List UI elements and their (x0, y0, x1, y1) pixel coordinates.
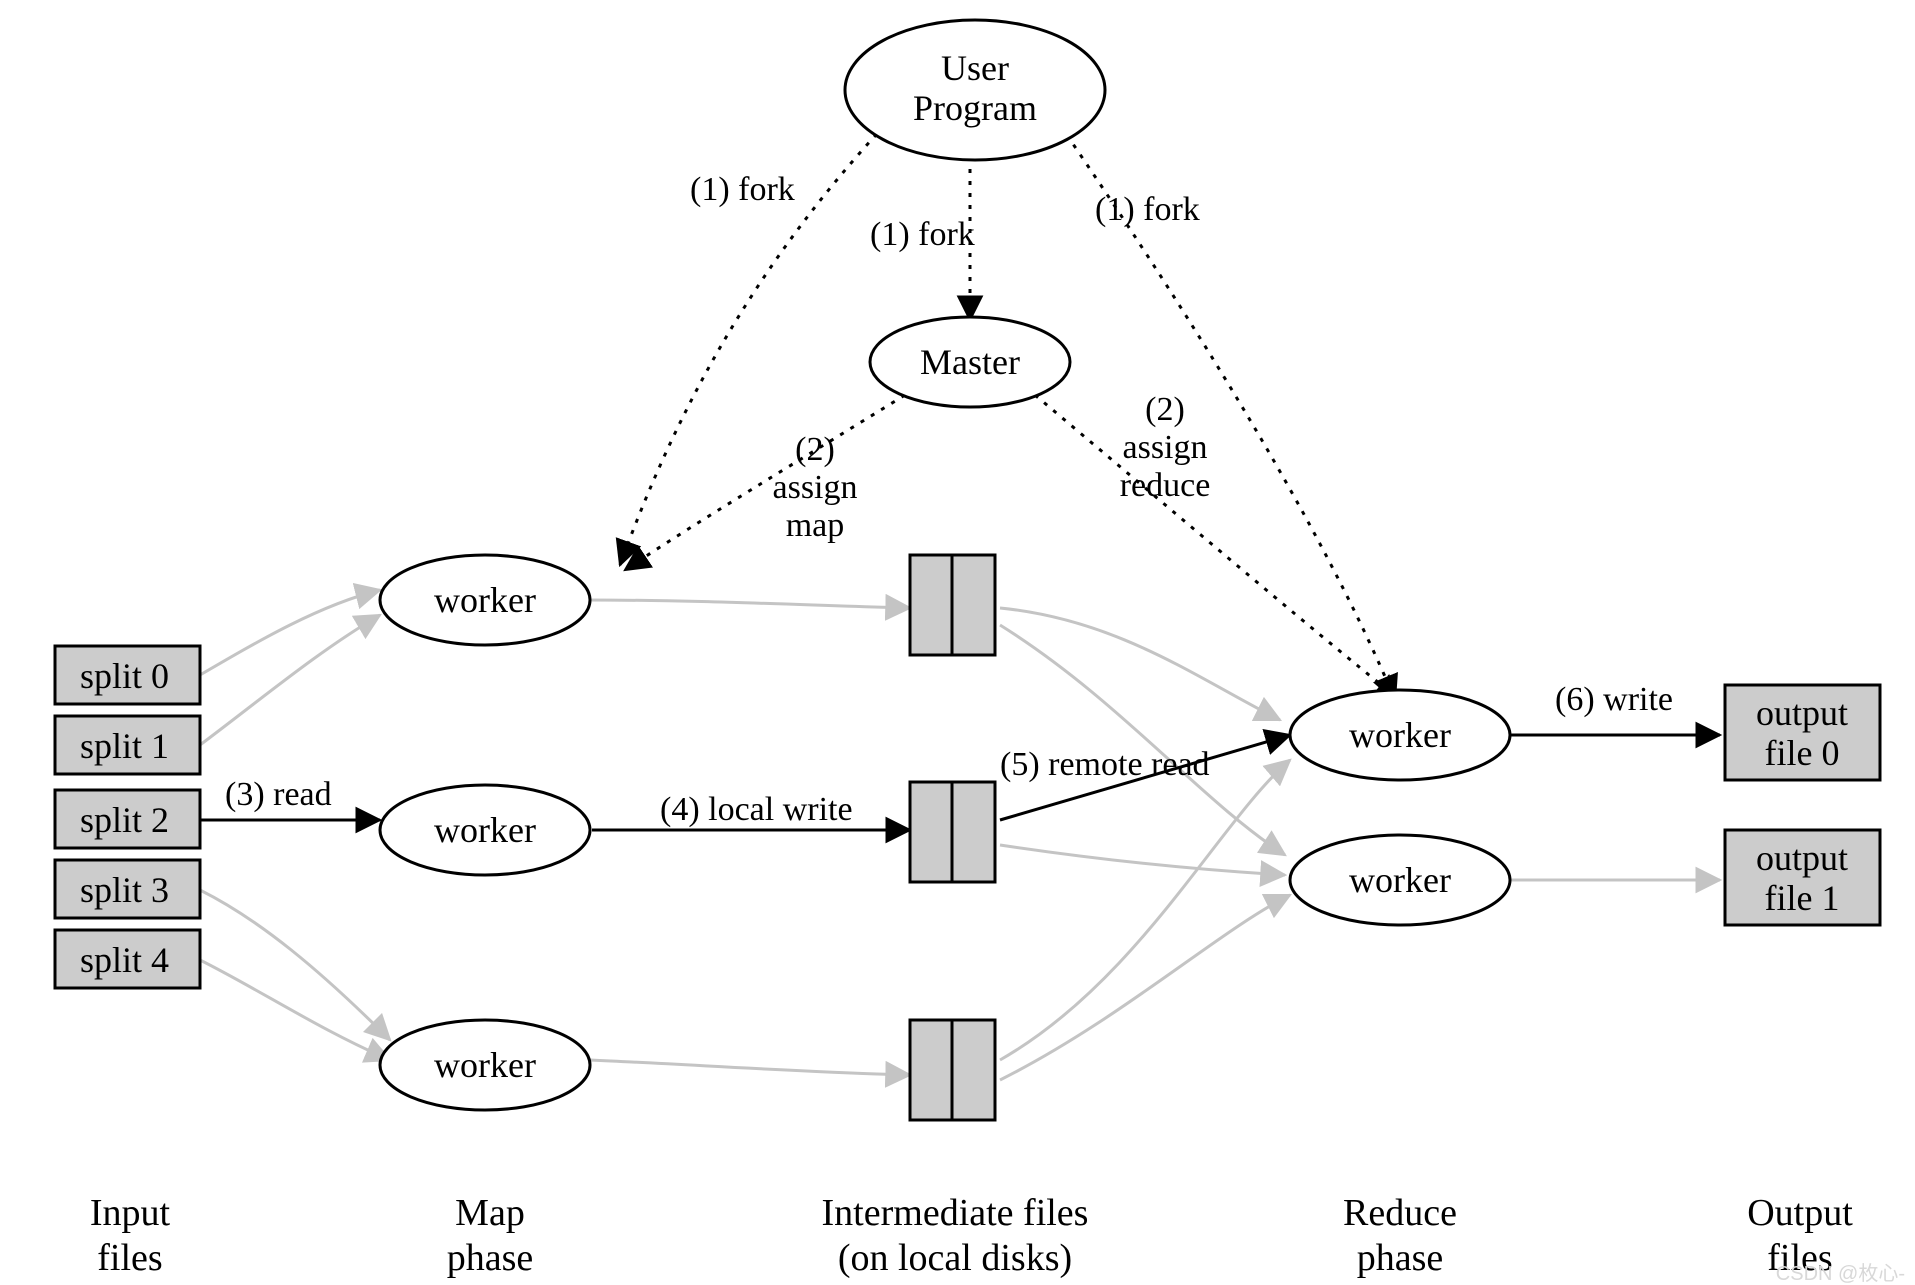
svg-text:file 0: file 0 (1765, 733, 1840, 773)
edges-splits-to-workers (200, 590, 390, 1060)
output-file-1: output file 1 (1725, 830, 1880, 925)
svg-text:Program: Program (913, 88, 1037, 128)
split-4-box: split 4 (55, 930, 200, 988)
label-assign-map: (2) assign map (773, 431, 858, 544)
label-fork-right: (1) fork (1095, 191, 1200, 228)
svg-text:phase: phase (447, 1237, 534, 1279)
label-read: (3) read (225, 776, 332, 813)
svg-text:file 1: file 1 (1765, 878, 1840, 918)
svg-text:split 2: split 2 (80, 800, 169, 840)
svg-text:Input: Input (90, 1192, 171, 1234)
reduce-workers: worker worker (1290, 690, 1510, 925)
output-files: output file 0 output file 1 (1725, 685, 1880, 925)
svg-text:worker: worker (434, 580, 536, 620)
svg-text:Master: Master (920, 342, 1020, 382)
svg-text:assign: assign (773, 469, 858, 506)
svg-text:split 3: split 3 (80, 870, 169, 910)
input-splits: split 0 split 1 split 2 split 3 split 4 (55, 646, 200, 988)
label-local-write: (4) local write (660, 791, 853, 828)
split-1-box: split 1 (55, 716, 200, 774)
split-2-box: split 2 (55, 790, 200, 848)
svg-text:output: output (1756, 838, 1848, 878)
label-fork-left: (1) fork (690, 171, 795, 208)
svg-text:Output: Output (1747, 1192, 1853, 1234)
map-workers: worker worker worker (380, 555, 590, 1110)
svg-text:split 4: split 4 (80, 940, 169, 980)
label-fork-mid: (1) fork (870, 216, 975, 253)
svg-text:User: User (941, 48, 1009, 88)
svg-text:(2): (2) (1145, 391, 1185, 428)
map-worker-2: worker (380, 1020, 590, 1110)
svg-text:map: map (786, 507, 845, 544)
watermark: CSDN @枚心- (1776, 1262, 1905, 1285)
label-write: (6) write (1555, 681, 1673, 718)
user-program-node: User Program (845, 20, 1105, 160)
svg-text:split 0: split 0 (80, 656, 169, 696)
label-assign-reduce: (2) assign reduce (1120, 391, 1211, 504)
reduce-worker-1: worker (1290, 835, 1510, 925)
svg-text:phase: phase (1357, 1237, 1444, 1279)
svg-text:Map: Map (455, 1192, 525, 1234)
edges-fork (620, 125, 1395, 700)
edges-intermediate-to-reduce (1000, 608, 1290, 1080)
svg-text:(on local disks): (on local disks) (838, 1237, 1072, 1279)
split-3-box: split 3 (55, 860, 200, 918)
caption-intermediate: Intermediate files (on local disks) (822, 1192, 1089, 1279)
svg-text:worker: worker (1349, 860, 1451, 900)
svg-text:Reduce: Reduce (1343, 1192, 1457, 1234)
caption-reduce: Reduce phase (1343, 1192, 1457, 1279)
mapreduce-diagram: (3) read (4) local write (5) remote read… (0, 0, 1915, 1285)
caption-input: Input files (90, 1192, 171, 1279)
intermediate-file-1 (910, 782, 995, 882)
svg-text:output: output (1756, 693, 1848, 733)
svg-text:worker: worker (1349, 715, 1451, 755)
output-file-0: output file 0 (1725, 685, 1880, 780)
map-worker-0: worker (380, 555, 590, 645)
map-worker-1: worker (380, 785, 590, 875)
svg-text:worker: worker (434, 1045, 536, 1085)
svg-text:files: files (97, 1237, 162, 1279)
svg-text:worker: worker (434, 810, 536, 850)
split-0-box: split 0 (55, 646, 200, 704)
caption-map: Map phase (447, 1192, 534, 1279)
svg-text:assign: assign (1123, 429, 1208, 466)
master-node: Master (870, 317, 1070, 407)
svg-text:Intermediate files: Intermediate files (822, 1192, 1089, 1234)
intermediate-files (910, 555, 995, 1120)
edges-workers-to-intermediate (585, 600, 910, 1075)
reduce-worker-0: worker (1290, 690, 1510, 780)
svg-text:split 1: split 1 (80, 726, 169, 766)
svg-text:(2): (2) (795, 431, 835, 468)
label-remote-read: (5) remote read (1000, 746, 1210, 783)
svg-text:reduce: reduce (1120, 467, 1211, 504)
intermediate-file-0 (910, 555, 995, 655)
intermediate-file-2 (910, 1020, 995, 1120)
edges-assign (625, 395, 1400, 700)
